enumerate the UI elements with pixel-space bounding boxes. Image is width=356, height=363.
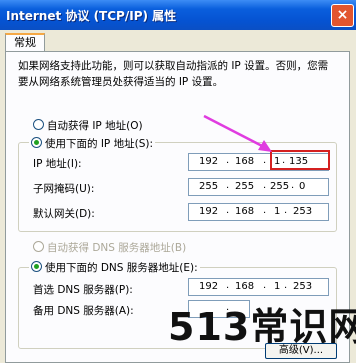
radio-manual-ip-label: 使用下面的 IP 地址(S): [45,138,153,150]
radio-manual-dns[interactable]: 使用下面的 DNS 服务器地址(E): [29,260,200,275]
radio-manual-ip-dot[interactable] [31,137,42,148]
pointer-arrow-icon [203,114,272,152]
radio-auto-dns[interactable]: 自动获得 DNS 服务器地址(B) [33,240,186,255]
radio-auto-ip-label: 自动获得 IP 地址(O) [47,120,143,132]
close-icon: × [336,7,349,23]
preferred-dns-label: 首选 DNS 服务器(P): [33,284,133,296]
radio-auto-dns-dot[interactable] [33,241,44,252]
ip-address-label: IP 地址(I): [33,158,82,170]
close-button[interactable]: × [331,4,354,27]
description-text: 如果网络支持此功能，则可以获取自动指派的 IP 设置。否则，您需要从网络系统管理… [18,60,329,88]
subnet-mask-label: 子网掩码(U): [33,183,95,195]
octet: 0 [299,181,306,192]
window-title: Internet 协议 (TCP/IP) 属性 [6,9,177,23]
default-gateway-field[interactable]: 192 . 168 . 1 . 253 [188,203,329,221]
octet: 255 [235,181,255,192]
radio-manual-dns-label: 使用下面的 DNS 服务器地址(E): [45,262,198,274]
octet: 253 [293,281,313,292]
alternate-dns-label: 备用 DNS 服务器(A): [33,305,134,317]
octet: 192 [199,281,219,292]
octet: 192 [199,206,219,217]
default-gateway-label: 默认网关(D): [33,208,95,220]
octet: 255 [270,181,290,192]
octet: 168 [235,281,255,292]
advanced-button[interactable]: 高级(V)... [265,343,337,359]
radio-auto-dns-label: 自动获得 DNS 服务器地址(B) [47,242,187,254]
octet: 253 [293,206,313,217]
octet: 1 [274,281,281,292]
preferred-dns-field[interactable]: 192 . 168 . 1 . 253 [188,278,329,296]
octet: 255 [199,181,219,192]
radio-manual-dns-dot[interactable] [31,261,42,272]
tab-general[interactable]: 常规 [5,33,45,51]
subnet-mask-field[interactable]: 255 . 255 . 255 . 0 [188,178,329,196]
radio-auto-ip-dot[interactable] [33,119,44,130]
octet: 168 [235,206,255,217]
radio-manual-ip[interactable]: 使用下面的 IP 地址(S): [29,136,155,151]
title-bar: Internet 协议 (TCP/IP) 属性 × [0,0,356,30]
octet: 1 [274,206,281,217]
radio-auto-ip[interactable]: 自动获得 IP 地址(O) [33,118,143,133]
